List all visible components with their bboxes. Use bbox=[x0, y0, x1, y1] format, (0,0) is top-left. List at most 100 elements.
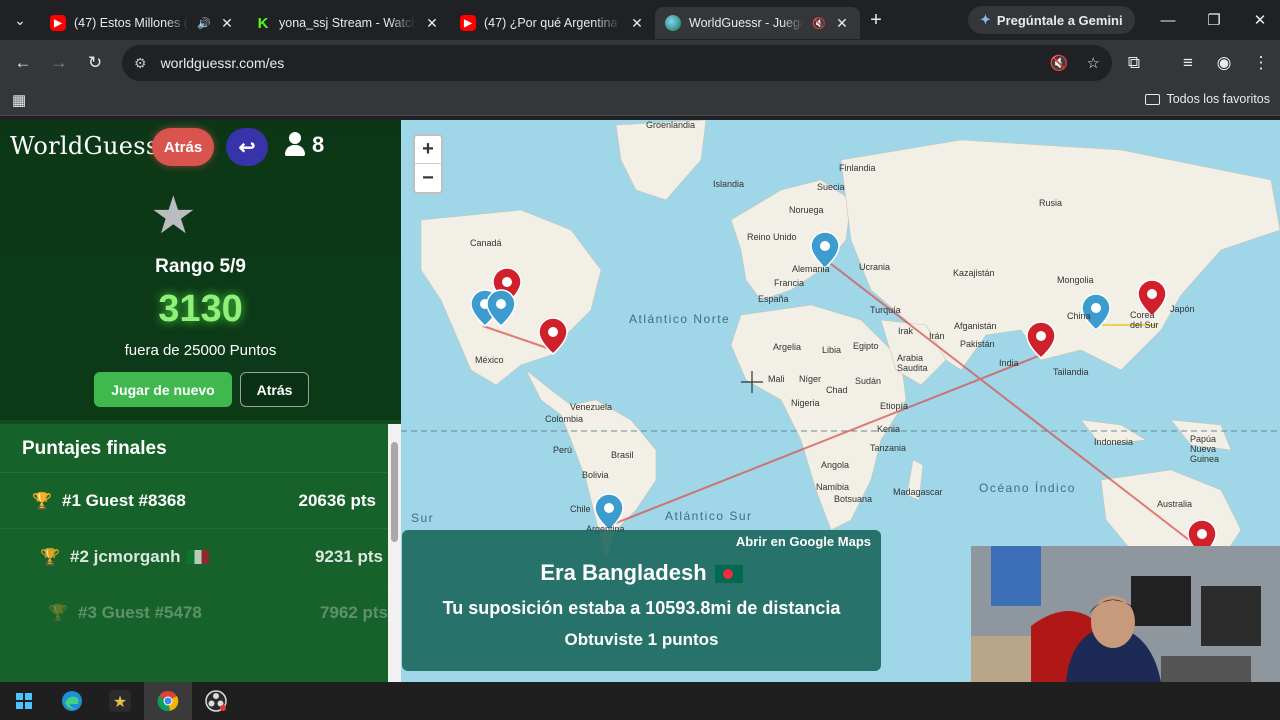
player-count-value: 8 bbox=[312, 132, 325, 157]
map-label: Suecia bbox=[817, 182, 845, 192]
map-label: Alemania bbox=[792, 264, 830, 274]
leaderboard-row: 🏆 #3 Guest #5478 7962 pts bbox=[0, 584, 388, 640]
kick-icon: K bbox=[255, 15, 271, 32]
map-label: Pakistán bbox=[960, 339, 995, 349]
speaker-icon[interactable]: 🔊 bbox=[197, 17, 211, 30]
all-bookmarks-button[interactable]: Todos los favoritos bbox=[1145, 92, 1270, 106]
map-label: Libia bbox=[822, 345, 842, 355]
close-window-button[interactable]: ✕ bbox=[1237, 0, 1280, 40]
zoom-in-button[interactable]: + bbox=[415, 136, 441, 164]
map-ocean-label: Atlántico Sur bbox=[665, 509, 753, 523]
map-label: Indonesia bbox=[1094, 437, 1134, 447]
return-arrow-icon[interactable]: ↩ bbox=[226, 128, 268, 166]
apps-grid-icon[interactable]: ▦ bbox=[12, 93, 28, 109]
profile-avatar-icon[interactable]: ◉ bbox=[1206, 45, 1242, 81]
tab-4-active[interactable]: WorldGuessr - Juega G 🔇 ✕ bbox=[655, 7, 860, 39]
tab-title: yona_ssj Stream - Watch L bbox=[279, 16, 416, 30]
reload-icon[interactable]: ↻ bbox=[77, 45, 113, 81]
browser-toolbar: ← → ↻ ⚙ worldguessr.com/es 🔇 ☆ ⧉ ≡ ◉ ⋮ bbox=[0, 40, 1280, 86]
globe-icon bbox=[665, 15, 681, 31]
back-arrow-icon[interactable]: ← bbox=[5, 45, 41, 81]
player-name: #1 Guest #8368 bbox=[62, 490, 186, 510]
youtube-icon: ▶ bbox=[460, 15, 476, 31]
star-app-icon[interactable]: ★ bbox=[96, 682, 144, 720]
zoom-out-button[interactable]: − bbox=[415, 164, 441, 192]
muted-site-icon[interactable]: 🔇 bbox=[1050, 54, 1069, 72]
map-label: Tanzania bbox=[870, 443, 907, 453]
windows-start-icon[interactable] bbox=[0, 682, 48, 720]
zoom-controls: + − bbox=[413, 134, 443, 194]
map-label: Botsuana bbox=[834, 494, 873, 504]
tab-title: WorldGuessr - Juega G bbox=[689, 16, 805, 30]
tab-1[interactable]: ▶ (47) Estos Millones (Sa 🔊 ✕ bbox=[40, 7, 245, 39]
points-earned: Obtuviste 1 puntos bbox=[564, 630, 719, 649]
close-icon[interactable]: ✕ bbox=[219, 15, 235, 32]
map-label: Reino Unido bbox=[747, 232, 797, 242]
address-bar[interactable]: ⚙ worldguessr.com/es 🔇 ☆ bbox=[122, 45, 1112, 81]
tab-2[interactable]: K yona_ssj Stream - Watch L ✕ bbox=[245, 7, 450, 39]
scrollbar-thumb[interactable] bbox=[391, 442, 398, 542]
play-again-button[interactable]: Jugar de nuevo bbox=[94, 372, 232, 407]
windows-taskbar: ★ bbox=[0, 682, 1280, 720]
map-label: Ucrania bbox=[859, 262, 891, 272]
map-label: Afganistán bbox=[954, 321, 997, 331]
map-label: India bbox=[999, 358, 1019, 368]
map-label: Etiopía bbox=[880, 401, 909, 411]
map-label: Sudán bbox=[855, 376, 882, 386]
map-ocean-label: Atlántico Norte bbox=[629, 312, 731, 326]
map-label: Papúa Nueva Guinea bbox=[1190, 434, 1220, 464]
bookmark-star-icon[interactable]: ☆ bbox=[1087, 54, 1100, 72]
forward-arrow-icon[interactable]: → bbox=[41, 45, 77, 81]
menu-icon[interactable]: ⋮ bbox=[1243, 45, 1279, 81]
map-label: Rusia bbox=[1039, 198, 1063, 208]
site-info-icon[interactable]: ⚙ bbox=[134, 55, 147, 72]
url-text: worldguessr.com/es bbox=[160, 55, 285, 71]
map-label: España bbox=[758, 294, 789, 304]
map-label: Mali bbox=[768, 374, 785, 384]
map-label: Japón bbox=[1170, 304, 1195, 314]
player-points: 7962 pts bbox=[319, 602, 388, 622]
player-name-text: #2 jcmorganh bbox=[70, 546, 181, 566]
edge-icon[interactable] bbox=[48, 682, 96, 720]
close-icon[interactable]: ✕ bbox=[629, 15, 645, 32]
map-label: Canadá bbox=[470, 238, 502, 248]
extensions-icon[interactable]: ⧉ bbox=[1116, 45, 1152, 81]
bangladesh-flag-icon bbox=[714, 565, 743, 584]
scrollbar[interactable] bbox=[388, 424, 401, 682]
map-label: Tailandia bbox=[1053, 367, 1089, 377]
minimize-button[interactable]: — bbox=[1145, 0, 1191, 40]
tab-search-button[interactable]: ⌄ bbox=[0, 0, 40, 40]
muted-icon[interactable]: 🔇 bbox=[812, 17, 826, 30]
gemini-button[interactable]: ✦ Pregúntale a Gemini bbox=[968, 6, 1135, 34]
open-google-maps-link[interactable]: Abrir en Google Maps bbox=[736, 534, 871, 549]
obs-icon[interactable] bbox=[192, 682, 240, 720]
map-label: Colombia bbox=[545, 414, 584, 424]
map-label: Níger bbox=[799, 374, 822, 384]
close-icon[interactable]: ✕ bbox=[424, 15, 440, 32]
map-label: Brasil bbox=[611, 450, 634, 460]
map-label: Venezuela bbox=[570, 402, 613, 412]
map-label: Namibia bbox=[816, 482, 850, 492]
total-score: 3130 bbox=[158, 288, 243, 330]
leaderboard-row: 🏆 #1 Guest #8368 20636 pts bbox=[0, 472, 388, 528]
map-label: Noruega bbox=[789, 205, 824, 215]
player-name: #3 Guest #5478 bbox=[78, 602, 202, 622]
back-button[interactable]: Atrás bbox=[152, 128, 214, 166]
chrome-icon[interactable] bbox=[144, 682, 192, 720]
tab-3[interactable]: ▶ (47) ¿Por qué Argentina e ✕ bbox=[450, 7, 655, 39]
map-label: Corea del Sur bbox=[1130, 310, 1159, 330]
tab-title: (47) Estos Millones (Sa bbox=[74, 16, 189, 30]
rank-text: Rango 5/9 bbox=[155, 256, 246, 277]
map-label: Nigeria bbox=[791, 398, 820, 408]
map-label: Australia bbox=[1157, 499, 1193, 509]
media-control-icon[interactable]: ≡ bbox=[1170, 45, 1206, 81]
close-icon[interactable]: ✕ bbox=[834, 15, 850, 32]
map-label: Francia bbox=[774, 278, 805, 288]
new-tab-button[interactable]: + bbox=[860, 4, 892, 36]
back-secondary-button[interactable]: Atrás bbox=[240, 372, 309, 407]
game-sidebar: WorldGuessr Atrás ↩ 8 ★ Rango 5/9 3130 f… bbox=[0, 120, 401, 682]
restore-button[interactable]: ❐ bbox=[1191, 0, 1237, 40]
star-icon: ★ bbox=[150, 187, 197, 245]
map-label: China bbox=[1067, 311, 1091, 321]
trophy-icon: 🏆 bbox=[40, 548, 60, 566]
